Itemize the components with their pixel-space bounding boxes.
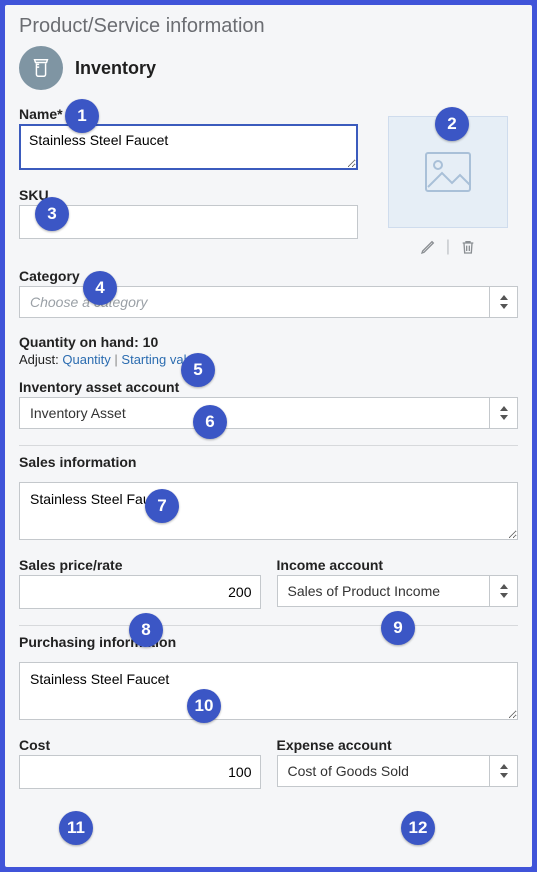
annotation-badge-9: 9 bbox=[381, 611, 415, 645]
purchasing-description-input[interactable]: Stainless Steel Faucet bbox=[19, 662, 518, 720]
panel-title: Product/Service information bbox=[19, 15, 518, 38]
cost-label: Cost bbox=[19, 737, 261, 753]
asset-account-label: Inventory asset account bbox=[19, 379, 518, 395]
divider: | bbox=[446, 238, 450, 256]
type-header: Inventory bbox=[19, 46, 518, 90]
sales-price-input[interactable] bbox=[19, 575, 261, 609]
income-account-value: Sales of Product Income bbox=[278, 576, 490, 606]
divider bbox=[19, 625, 518, 626]
chevron-updown-icon bbox=[489, 398, 517, 428]
product-service-panel: 1 2 3 4 5 6 7 8 9 10 11 12 Product/Servi… bbox=[5, 5, 532, 867]
quantity-on-hand: Quantity on hand: 10 bbox=[19, 334, 518, 350]
expense-account-label: Expense account bbox=[277, 737, 519, 753]
expense-account-select[interactable]: Cost of Goods Sold bbox=[277, 755, 519, 787]
adjust-row: Adjust: Quantity | Starting value bbox=[19, 352, 518, 367]
adjust-label: Adjust: bbox=[19, 352, 59, 367]
cost-input[interactable] bbox=[19, 755, 261, 789]
trash-icon bbox=[460, 239, 476, 255]
annotation-badge-2: 2 bbox=[435, 107, 469, 141]
chevron-updown-icon bbox=[489, 756, 517, 786]
type-label: Inventory bbox=[75, 58, 156, 79]
adjust-quantity-link[interactable]: Quantity bbox=[62, 352, 110, 367]
sales-section-label: Sales information bbox=[19, 454, 518, 470]
annotation-badge-4: 4 bbox=[83, 271, 117, 305]
annotation-badge-5: 5 bbox=[181, 353, 215, 387]
quantity-label: Quantity on hand: bbox=[19, 334, 139, 350]
asset-account-value: Inventory Asset bbox=[20, 398, 489, 428]
inventory-icon bbox=[19, 46, 63, 90]
annotation-badge-7: 7 bbox=[145, 489, 179, 523]
purchasing-section-label: Purchasing information bbox=[19, 634, 518, 650]
income-account-select[interactable]: Sales of Product Income bbox=[277, 575, 519, 607]
annotation-badge-3: 3 bbox=[35, 197, 69, 231]
divider bbox=[19, 445, 518, 446]
chevron-updown-icon bbox=[489, 576, 517, 606]
quantity-value: 10 bbox=[143, 334, 159, 350]
pencil-icon bbox=[420, 239, 436, 255]
sales-description-input[interactable]: Stainless Steel Faucet bbox=[19, 482, 518, 540]
delete-image-button[interactable] bbox=[460, 239, 476, 255]
sku-input[interactable] bbox=[19, 205, 358, 239]
chevron-updown-icon bbox=[489, 287, 517, 317]
annotation-badge-11: 11 bbox=[59, 811, 93, 845]
sku-label: SKU bbox=[19, 187, 358, 203]
sales-price-label: Sales price/rate bbox=[19, 557, 261, 573]
annotation-badge-6: 6 bbox=[193, 405, 227, 439]
annotation-badge-8: 8 bbox=[129, 613, 163, 647]
asset-account-select[interactable]: Inventory Asset bbox=[19, 397, 518, 429]
annotation-badge-10: 10 bbox=[187, 689, 221, 723]
annotation-badge-12: 12 bbox=[401, 811, 435, 845]
annotation-badge-1: 1 bbox=[65, 99, 99, 133]
image-icon bbox=[424, 151, 472, 193]
income-account-label: Income account bbox=[277, 557, 519, 573]
expense-account-value: Cost of Goods Sold bbox=[278, 756, 490, 786]
edit-image-button[interactable] bbox=[420, 239, 436, 255]
name-input[interactable]: Stainless Steel Faucet bbox=[19, 124, 358, 170]
